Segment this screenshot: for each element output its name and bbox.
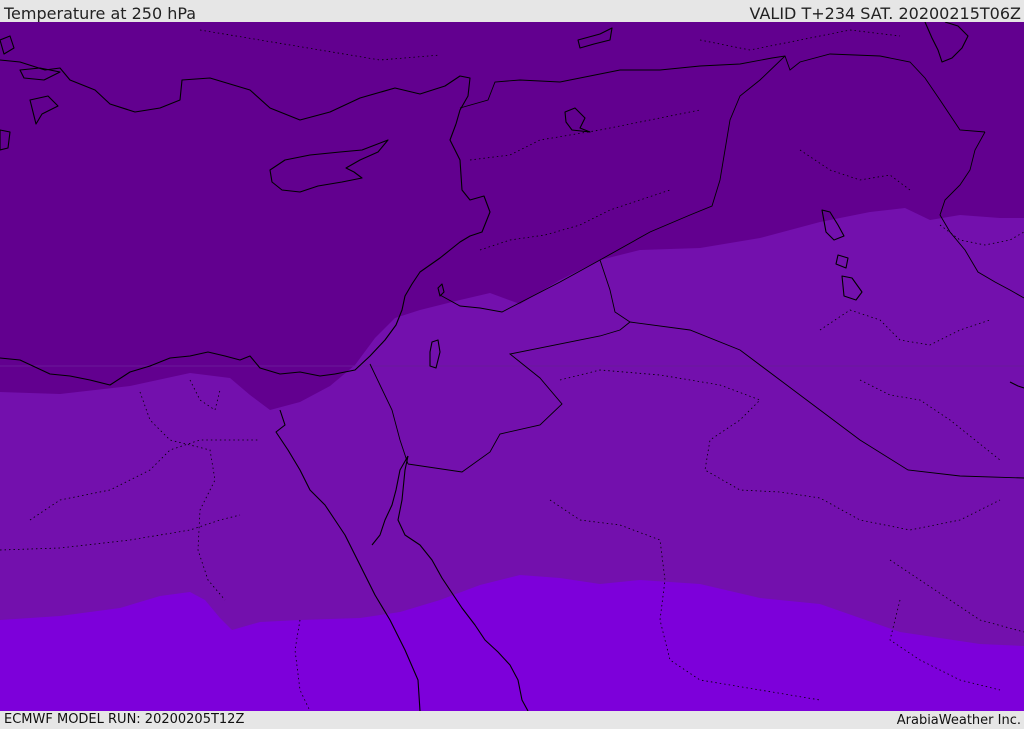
map-header: Temperature at 250 hPa VALID T+234 SAT. … bbox=[0, 0, 1024, 23]
temperature-map bbox=[0, 22, 1024, 711]
valid-time-label: VALID T+234 SAT. 20200215T06Z bbox=[749, 4, 1021, 23]
map-title: Temperature at 250 hPa bbox=[4, 4, 197, 23]
model-run-label: ECMWF MODEL RUN: 20200205T12Z bbox=[4, 712, 245, 727]
credit-label: ArabiaWeather Inc. bbox=[896, 713, 1021, 728]
map-canvas bbox=[0, 22, 1024, 711]
map-footer: ECMWF MODEL RUN: 20200205T12Z ArabiaWeat… bbox=[0, 711, 1024, 729]
